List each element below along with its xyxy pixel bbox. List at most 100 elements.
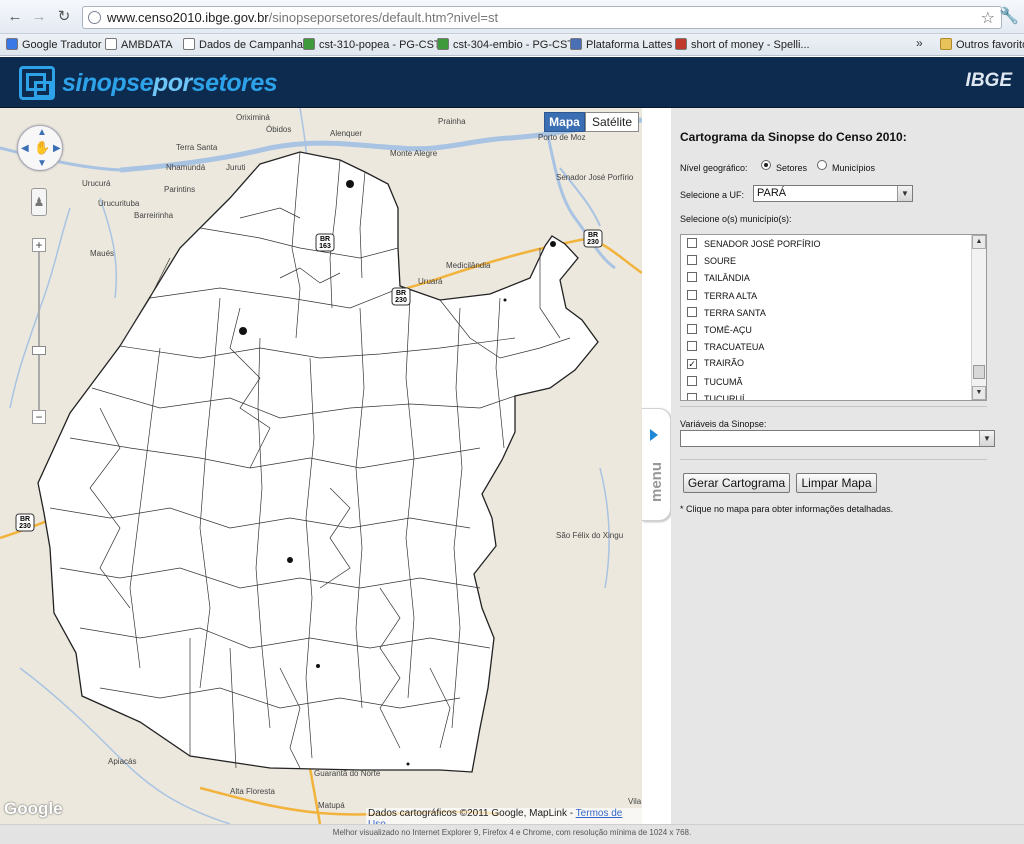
uf-select[interactable]: PARÁ ▼ bbox=[753, 185, 913, 202]
zoom-thumb[interactable] bbox=[32, 346, 46, 355]
site-logo[interactable]: sinopseporsetores bbox=[62, 69, 278, 98]
municipio-item[interactable]: TUCURUÍ bbox=[687, 392, 745, 400]
back-icon[interactable]: ← bbox=[6, 8, 24, 26]
municipio-item[interactable]: SOURE bbox=[687, 255, 736, 266]
panel-note: * Clique no mapa para obter informações … bbox=[680, 504, 894, 514]
gerar-cartograma-button[interactable]: Gerar Cartograma bbox=[683, 473, 790, 493]
map-type-satellite-button[interactable]: Satélite bbox=[585, 112, 639, 132]
wrench-icon[interactable]: 🔧 bbox=[999, 6, 1019, 26]
shield-number: 230 bbox=[395, 297, 407, 304]
municipio-checkbox[interactable] bbox=[687, 272, 697, 283]
leaf-icon bbox=[437, 38, 449, 50]
zoom-slider[interactable]: + − bbox=[32, 238, 46, 424]
place-label: Monte Alegre bbox=[390, 149, 438, 158]
forward-icon[interactable]: → bbox=[30, 8, 48, 26]
logo-part-1: sinopse bbox=[62, 69, 153, 97]
chevron-down-icon[interactable]: ▼ bbox=[897, 186, 912, 201]
place-label: São Félix do Xingu bbox=[556, 531, 623, 540]
municipio-checkbox[interactable] bbox=[687, 375, 697, 386]
globe-icon bbox=[88, 11, 101, 24]
list-scrollbar[interactable]: ▲ ▼ bbox=[971, 235, 986, 400]
level-municipios-radio[interactable] bbox=[817, 160, 827, 170]
limpar-mapa-button[interactable]: Limpar Mapa bbox=[796, 473, 877, 493]
bookmark-item[interactable]: short of money - Spelli... bbox=[675, 37, 810, 53]
bookmark-item[interactable]: cst-304-embio - PG-CST bbox=[437, 37, 574, 53]
bookmark-item[interactable]: cst-310-popea - PG-CST bbox=[303, 37, 441, 53]
ibge-logo[interactable]: IBGE bbox=[966, 70, 1012, 92]
zoom-out-button[interactable]: − bbox=[32, 410, 46, 424]
place-label: Oriximiná bbox=[236, 113, 270, 122]
municipio-item[interactable]: TUCUMÃ bbox=[687, 375, 743, 387]
bookmark-item[interactable]: Google Tradutor bbox=[6, 37, 102, 53]
other-favorites-button[interactable]: Outros favoritos bbox=[940, 37, 1024, 53]
municipio-item[interactable]: ✓ TRAIRÃO bbox=[687, 358, 745, 370]
google-logo[interactable]: Google bbox=[4, 799, 63, 819]
shield-label: BR bbox=[20, 516, 30, 523]
municipio-item[interactable]: TERRA ALTA bbox=[687, 289, 757, 301]
municipio-item[interactable]: SENADOR JOSÉ PORFÍRIO bbox=[687, 238, 821, 249]
place-label: Alenquer bbox=[330, 129, 362, 138]
bookmark-star-icon[interactable]: ☆ bbox=[981, 8, 995, 28]
municipio-item[interactable]: TAILÂNDIA bbox=[687, 272, 750, 283]
bookmark-item[interactable]: Dados de Campanha bbox=[183, 37, 303, 53]
level-setores-radio[interactable] bbox=[761, 160, 771, 170]
scroll-up-icon[interactable]: ▲ bbox=[972, 235, 986, 249]
pegman-icon[interactable]: ♟ bbox=[31, 188, 47, 216]
place-label: Matupá bbox=[318, 801, 345, 810]
municipio-checkbox[interactable] bbox=[687, 289, 697, 300]
municipio-label: SENADOR JOSÉ PORFÍRIO bbox=[704, 239, 821, 249]
folder-icon bbox=[940, 38, 952, 50]
variaveis-label: Variáveis da Sinopse: bbox=[680, 419, 767, 429]
bookmark-item[interactable]: Plataforma Lattes bbox=[570, 37, 672, 53]
map-attribution: Dados cartográficos ©2011 Google, MapLin… bbox=[366, 808, 642, 824]
menu-toggle-tab[interactable]: menu bbox=[642, 408, 671, 521]
pan-left-icon[interactable]: ◀ bbox=[21, 143, 29, 154]
pan-up-icon[interactable]: ▲ bbox=[37, 127, 47, 138]
page-icon bbox=[183, 38, 195, 50]
pan-down-icon[interactable]: ▼ bbox=[37, 158, 47, 169]
municipio-item[interactable]: TRACUATEUA bbox=[687, 341, 764, 352]
municipio-checkbox[interactable] bbox=[687, 392, 697, 400]
municipio-checkbox[interactable] bbox=[687, 341, 697, 352]
uf-select-value: PARÁ bbox=[757, 187, 787, 199]
logo-icon bbox=[19, 66, 55, 100]
reload-icon[interactable]: ↻ bbox=[55, 8, 73, 26]
variaveis-select[interactable]: ▼ bbox=[680, 430, 995, 447]
municipio-checkbox[interactable] bbox=[687, 238, 697, 248]
other-favorites-label: Outros favoritos bbox=[956, 39, 1024, 51]
bookmark-label: AMBDATA bbox=[121, 39, 173, 51]
bookmark-item[interactable]: AMBDATA bbox=[105, 37, 173, 53]
municipio-checkbox[interactable]: ✓ bbox=[687, 359, 697, 370]
municipio-checkbox[interactable] bbox=[687, 255, 697, 266]
url-text: www.censo2010.ibge.gov.br/sinopseporseto… bbox=[107, 10, 498, 25]
bookmarks-bar: Google Tradutor AMBDATA Dados de Campanha c… bbox=[0, 34, 1024, 56]
side-panel: Cartograma da Sinopse do Censo 2010: Nív… bbox=[671, 108, 1024, 824]
chevron-down-icon[interactable]: ▼ bbox=[979, 431, 994, 446]
map-canvas[interactable]: BR 230 BR 230 BR 230 BR 163 Oriximiná Óbidos A… bbox=[0, 108, 642, 824]
zoom-in-button[interactable]: + bbox=[32, 238, 46, 252]
leaf-icon bbox=[303, 38, 315, 50]
municipio-label: TUCUMÃ bbox=[704, 376, 743, 387]
municipios-list[interactable]: SENADOR JOSÉ PORFÍRIO SOURE TAILÂNDIA TERRA… bbox=[680, 234, 987, 401]
scroll-thumb[interactable] bbox=[973, 365, 985, 379]
municipio-item[interactable]: TERRA SANTA bbox=[687, 306, 766, 318]
pan-control[interactable]: ▲ ▼ ◀ ▶ ✋ bbox=[17, 125, 63, 171]
map-type-map-button[interactable]: Mapa bbox=[544, 112, 585, 132]
municipio-label: TAILÂNDIA bbox=[704, 273, 750, 284]
expand-arrow-icon bbox=[650, 429, 658, 441]
municipio-label: TERRA SANTA bbox=[704, 307, 766, 318]
url-path: /sinopseporsetores/default.htm?nivel=st bbox=[268, 10, 499, 25]
municipio-checkbox[interactable] bbox=[687, 324, 697, 334]
scroll-down-icon[interactable]: ▼ bbox=[972, 386, 986, 400]
municipio-checkbox[interactable] bbox=[687, 306, 697, 317]
address-bar[interactable]: www.censo2010.ibge.gov.br/sinopseporseto… bbox=[82, 6, 1002, 29]
municipio-item[interactable]: TOMÉ-AÇU bbox=[687, 324, 752, 335]
logo-part-3: setores bbox=[191, 69, 278, 97]
place-label: Senador José Porfírio bbox=[556, 173, 634, 182]
bookmarks-more-button[interactable]: » bbox=[916, 36, 923, 50]
shield-number: 163 bbox=[319, 243, 331, 250]
municipio-label: TRAIRÃO bbox=[704, 358, 745, 369]
browser-toolbar: ← → ↻ www.censo2010.ibge.gov.br/sinopsep… bbox=[0, 0, 1024, 34]
pan-right-icon[interactable]: ▶ bbox=[53, 143, 61, 154]
municipio-label: SOURE bbox=[704, 256, 737, 267]
